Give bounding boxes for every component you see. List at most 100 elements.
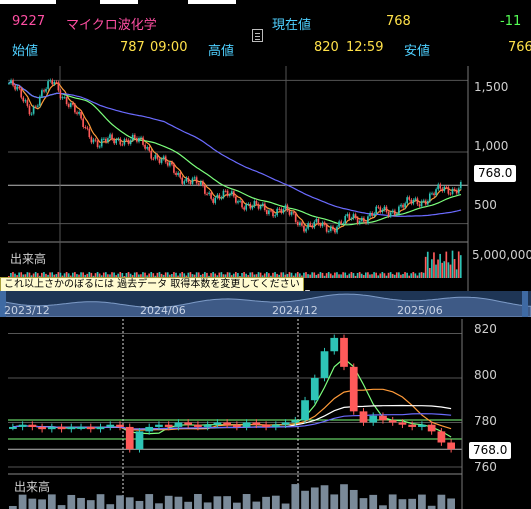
volume-bar xyxy=(369,494,378,509)
candle xyxy=(125,139,128,141)
volume-bar xyxy=(445,251,448,278)
candle xyxy=(222,190,225,198)
volume-bar xyxy=(371,274,373,278)
candle xyxy=(140,137,142,139)
intraday-price-chart[interactable]: 820 800 780 760 xyxy=(0,319,531,509)
candle xyxy=(133,134,136,139)
candle xyxy=(218,194,221,199)
candle xyxy=(51,80,53,85)
low-label: 安値 xyxy=(404,44,431,59)
candle xyxy=(189,181,192,184)
tab-indicator[interactable] xyxy=(0,0,56,4)
candle xyxy=(145,426,154,432)
candle xyxy=(102,138,105,140)
volume-bar xyxy=(424,256,427,278)
volume-bar xyxy=(38,499,46,509)
candle xyxy=(201,181,204,186)
open-time: 09:00 xyxy=(150,40,188,55)
candle xyxy=(321,222,324,227)
candle xyxy=(76,112,78,114)
volume-bar xyxy=(377,275,380,278)
candle xyxy=(365,221,367,224)
volume-bar xyxy=(375,272,377,278)
candle xyxy=(109,134,111,139)
candle xyxy=(437,431,446,443)
candle xyxy=(255,201,258,204)
candle xyxy=(408,424,417,427)
stock-name: マイクロ波化学 xyxy=(66,18,157,33)
candle xyxy=(106,424,115,427)
candle xyxy=(315,218,318,222)
candle xyxy=(166,162,169,166)
candle xyxy=(449,193,452,195)
volume-bar xyxy=(408,498,417,509)
candle xyxy=(418,424,426,427)
long-term-price-chart[interactable]: 1,500 1,000 500 5,000,000 2024 2025 xyxy=(0,62,531,292)
volume-bar xyxy=(389,272,392,278)
candle xyxy=(160,158,163,163)
volume-bar xyxy=(447,498,455,509)
candle xyxy=(49,80,51,82)
candle xyxy=(278,208,280,210)
candle xyxy=(387,211,390,217)
candle xyxy=(18,424,27,427)
volume-bar xyxy=(77,497,85,509)
candle xyxy=(224,190,227,192)
last-price-tag: 768.0 xyxy=(469,442,512,459)
tab-indicator[interactable] xyxy=(100,0,138,4)
moving-average-long xyxy=(8,80,462,217)
volume-bar xyxy=(135,500,144,509)
candle xyxy=(80,111,82,119)
candle xyxy=(226,190,229,196)
candle xyxy=(228,194,231,196)
candle xyxy=(90,137,93,143)
volume-bar xyxy=(125,497,134,509)
candle xyxy=(233,424,241,427)
volume-bar xyxy=(233,502,241,509)
candle xyxy=(184,422,193,425)
tab-indicator[interactable] xyxy=(188,0,236,4)
candle xyxy=(336,226,338,233)
candle xyxy=(327,230,330,232)
candle xyxy=(408,197,411,200)
volume-bar xyxy=(57,505,66,509)
candle xyxy=(20,88,23,98)
candle xyxy=(154,155,157,159)
volume-bar xyxy=(310,487,319,509)
candle xyxy=(369,212,371,217)
volume-bar xyxy=(414,273,417,278)
stock-code: 9227 xyxy=(12,14,46,29)
volume-bar xyxy=(155,503,163,509)
candle xyxy=(451,188,454,194)
volume-bar xyxy=(381,272,384,278)
candle xyxy=(362,217,365,222)
candle xyxy=(433,193,435,196)
volume-bar xyxy=(96,494,105,509)
candle xyxy=(243,207,245,210)
candle xyxy=(47,81,49,89)
candle xyxy=(247,203,250,205)
candle xyxy=(9,426,17,429)
candle xyxy=(78,111,80,114)
candle xyxy=(311,225,314,228)
candle xyxy=(457,188,460,194)
candle xyxy=(111,134,113,140)
range-navigator[interactable]: 2023/12 2024/06 2024/12 2025/06 xyxy=(0,291,531,317)
navigator-date-label: 2025/06 xyxy=(397,304,443,317)
candle xyxy=(296,221,299,226)
volume-bar xyxy=(367,272,369,278)
candle xyxy=(135,138,138,142)
candle xyxy=(270,210,272,212)
volume-bar xyxy=(327,272,330,278)
candle xyxy=(320,351,329,378)
candle xyxy=(241,200,243,208)
range-handle-right[interactable] xyxy=(522,291,528,317)
candle xyxy=(119,138,122,145)
candle xyxy=(100,138,103,147)
candle xyxy=(57,426,66,430)
volume-bar xyxy=(418,494,426,509)
candle xyxy=(265,210,268,215)
volume-bar xyxy=(422,272,425,278)
candle xyxy=(422,200,425,202)
candle xyxy=(177,172,179,175)
